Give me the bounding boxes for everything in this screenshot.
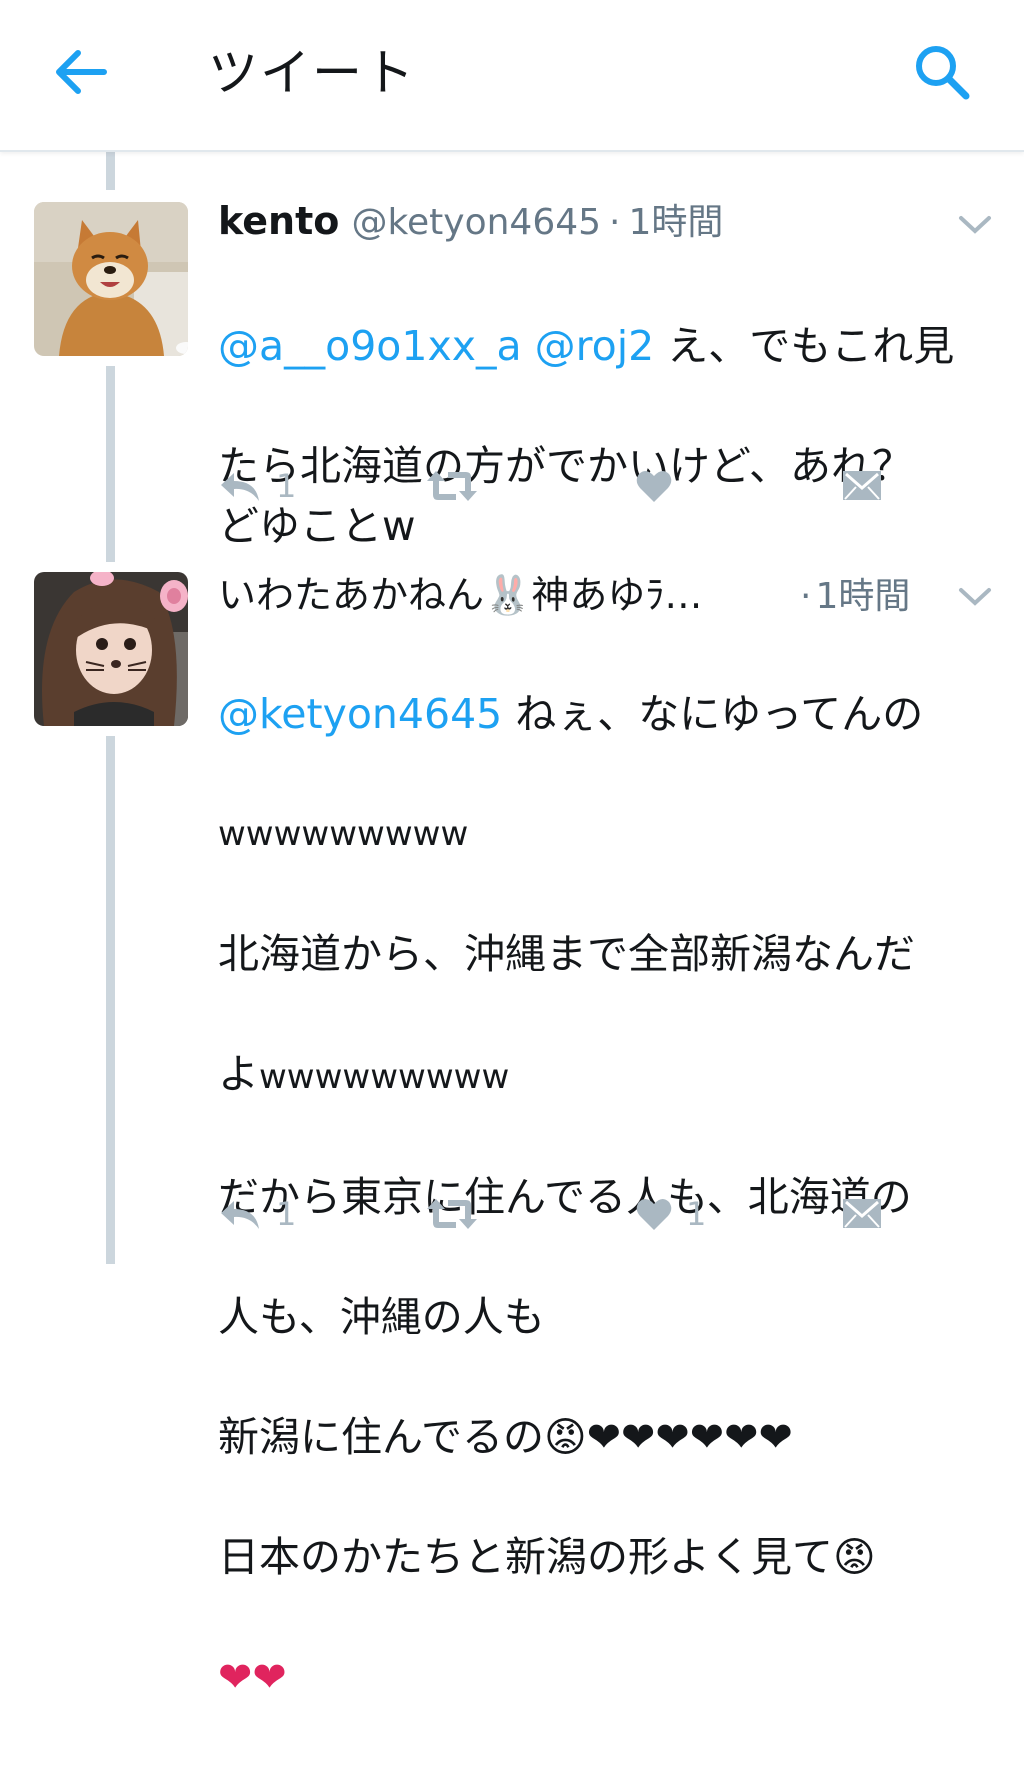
retweet-button[interactable] <box>426 1184 478 1244</box>
avatar-iwata-akanen[interactable] <box>34 572 188 726</box>
direct-message-button[interactable] <box>842 1184 882 1244</box>
direct-message-button[interactable] <box>842 456 882 516</box>
tweet-body-line: wwwwwwwww <box>259 1057 510 1097</box>
tweet-body-line: え、でもこれ見 <box>654 322 955 370</box>
tweet-2-time: · 1時間 <box>800 572 910 622</box>
retweet-button[interactable] <box>426 456 478 516</box>
tweet-body-line: wwwwwwwww <box>218 814 469 854</box>
thread-line-middle <box>106 366 115 562</box>
tweet-body-line: 日本のかたちと新潟の形よく見て😡 <box>218 1533 876 1581</box>
chevron-down-icon[interactable] <box>958 586 992 608</box>
tweet-time[interactable]: 1時間 <box>815 576 910 617</box>
arrow-left-icon <box>56 50 107 94</box>
like-button[interactable] <box>636 456 672 516</box>
envelope-icon <box>843 1199 881 1228</box>
tweet-1-header: kento @ketyon4645 · 1時間 <box>218 196 723 248</box>
reply-count: 1 <box>276 467 297 505</box>
tweet-body-line: 新潟に住んでるの😡❤❤❤❤❤❤ <box>218 1413 793 1461</box>
like-count: 1 <box>686 1195 707 1233</box>
mention-link[interactable]: @a__o9o1xx_a <box>218 322 522 370</box>
tweet-time[interactable]: 1時間 <box>629 202 724 243</box>
search-icon <box>916 46 970 100</box>
search-button[interactable] <box>912 42 974 102</box>
tweet-body-line: ねぇ、なにゆってんの <box>502 690 924 738</box>
tweet-2-header: いわたあかねん🐰神あゆﾗ… <box>218 570 702 620</box>
reply-icon <box>221 1201 259 1229</box>
mention-link[interactable]: @roj2 <box>535 322 655 370</box>
user-name[interactable]: いわたあかねん🐰神あゆﾗ… <box>218 573 702 617</box>
heart-icon <box>636 1198 672 1230</box>
thread-line-bottom <box>106 736 115 1264</box>
mention-link[interactable]: @ketyon4645 <box>218 690 502 738</box>
back-button[interactable] <box>52 46 110 98</box>
like-button[interactable]: 1 <box>636 1184 706 1244</box>
page-title: ツイート <box>208 44 416 102</box>
user-name[interactable]: kento <box>218 199 339 243</box>
top-app-bar: ツイート <box>0 0 1024 152</box>
retweet-icon <box>427 471 477 501</box>
tweet-1-text: @a__o9o1xx_a @roj2 え、でもこれ見 たら北海道の方がでかいけど… <box>218 256 1008 616</box>
heart-icon <box>636 470 672 502</box>
envelope-icon <box>843 471 881 500</box>
tweet-body-line: ❤❤ <box>218 1653 287 1701</box>
user-handle[interactable]: @ketyon4645 <box>351 202 601 243</box>
separator-dot: · <box>609 202 621 243</box>
reply-icon <box>221 473 259 501</box>
tweet-body-line: 人も、沖縄の人も <box>218 1293 545 1341</box>
tweet-1-actions: 1 <box>218 456 918 516</box>
tweet-2-actions: 1 1 <box>218 1184 918 1244</box>
chevron-down-icon[interactable] <box>958 214 992 236</box>
retweet-icon <box>427 1199 477 1229</box>
reply-count: 1 <box>276 1195 297 1233</box>
tweet-body-line: よ <box>218 1050 259 1098</box>
tweet-body-line: 北海道から、沖縄まで全部新潟なんだ <box>218 930 915 978</box>
avatar-kento[interactable] <box>34 202 188 356</box>
thread-line-top <box>106 150 115 190</box>
separator-dot: · <box>800 576 812 617</box>
reply-button[interactable]: 1 <box>218 1184 296 1244</box>
reply-button[interactable]: 1 <box>218 456 296 516</box>
